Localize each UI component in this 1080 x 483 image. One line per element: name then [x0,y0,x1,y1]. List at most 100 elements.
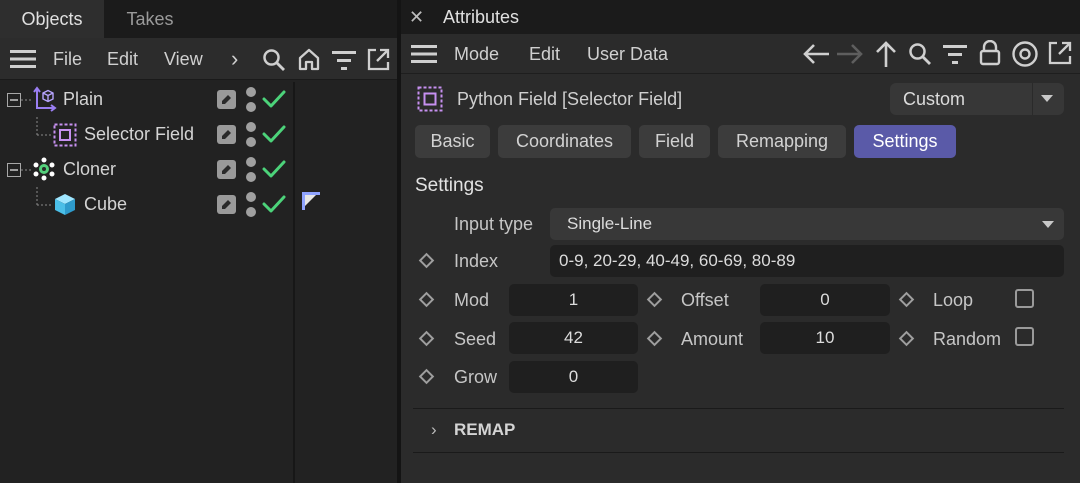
tree-label-cube: Cube [84,194,128,214]
tab-basic[interactable]: Basic [415,125,490,158]
mod-label: Mod [454,290,490,310]
seed-label: Seed [454,329,497,349]
index-label: Index [454,251,499,271]
chevron-right-icon[interactable]: › [431,415,437,445]
home-icon[interactable] [297,47,321,71]
visibility-dots-icon[interactable] [245,121,257,149]
chevron-down-icon[interactable] [1042,221,1054,229]
back-arrow-icon[interactable] [802,42,830,66]
python-field-icon [53,123,77,147]
tree-label-plain: Plain [63,89,104,109]
section-title: Settings [415,175,484,196]
keyframe-diamond-icon[interactable] [898,291,915,308]
seed-field[interactable]: 42 [509,322,638,354]
panel-title: Attributes [443,7,520,27]
keyframe-diamond-icon[interactable] [418,330,435,347]
cube-icon [53,192,77,216]
open-new-window-icon[interactable] [366,47,391,72]
collapse-toggle-icon[interactable] [7,163,21,177]
tag-icon[interactable] [301,191,321,211]
menu-edit[interactable]: Edit [107,38,138,80]
attributes-panel: ✕ Attributes Mode Edit User Data Python … [401,0,1080,483]
edit-layer-icon[interactable] [217,90,236,109]
tab-remapping[interactable]: Remapping [718,125,846,158]
hamburger-menu-icon[interactable] [10,49,36,69]
edit-layer-icon[interactable] [217,160,236,179]
edit-layer-icon[interactable] [217,125,236,144]
search-icon[interactable] [262,48,286,72]
keyframe-diamond-icon[interactable] [646,291,663,308]
input-type-dropdown[interactable]: Single-Line [550,208,1064,240]
remap-group-header[interactable]: REMAP [454,415,515,445]
loop-label: Loop [933,290,974,310]
objects-toolbar: File Edit View › [0,38,397,80]
loop-checkbox[interactable] [1015,289,1034,308]
object-name: Python Field [Selector Field] [457,89,683,109]
tab-field[interactable]: Field [639,125,710,158]
hamburger-menu-icon[interactable] [411,44,437,64]
amount-field[interactable]: 10 [760,322,890,354]
menu-mode[interactable]: Mode [454,34,499,74]
random-checkbox[interactable] [1015,327,1034,346]
menu-edit[interactable]: Edit [529,34,560,74]
menu-more-chevron[interactable]: › [231,38,238,80]
up-arrow-icon[interactable] [874,40,898,68]
enabled-check-icon[interactable] [262,159,286,179]
column-divider[interactable] [293,82,295,483]
tree-row-selector-field[interactable]: Selector Field [0,117,397,152]
forward-arrow-icon[interactable] [836,42,864,66]
edit-layer-icon[interactable] [217,195,236,214]
cloner-icon [32,157,56,181]
keyframe-diamond-icon[interactable] [418,291,435,308]
target-icon[interactable] [1011,40,1039,68]
tree-row-cloner[interactable]: Cloner [0,152,397,187]
tab-takes[interactable]: Takes [104,0,196,38]
keyframe-diamond-icon[interactable] [898,330,915,347]
objects-panel: Objects Takes File Edit View › Plain Sel… [0,0,397,483]
tree-row-plain[interactable]: Plain [0,82,397,117]
filter-icon[interactable] [332,49,356,71]
tree-connector [36,117,52,137]
close-panel-button[interactable]: ✕ [409,0,424,34]
grow-label: Grow [454,367,498,387]
group-divider [413,408,1064,409]
enabled-check-icon[interactable] [262,124,286,144]
keyframe-diamond-icon[interactable] [418,252,435,269]
search-icon[interactable] [908,42,932,66]
tree-label-cloner: Cloner [63,159,117,179]
tab-settings[interactable]: Settings [854,125,956,158]
left-tab-bar: Objects Takes [0,0,397,38]
collapse-toggle-icon[interactable] [7,93,21,107]
lock-icon[interactable] [979,40,1001,66]
tab-objects[interactable]: Objects [0,0,104,38]
tree-connector [21,98,33,102]
chevron-down-icon[interactable] [1041,95,1053,103]
object-header: Python Field [Selector Field] Custom [401,78,1080,120]
offset-field[interactable]: 0 [760,284,890,316]
tree-row-cube[interactable]: Cube [0,187,397,222]
tree-connector [36,187,52,207]
filter-icon[interactable] [943,43,967,65]
visibility-dots-icon[interactable] [245,156,257,184]
menu-file[interactable]: File [53,38,82,80]
mode-dropdown[interactable]: Custom [890,83,1064,115]
enabled-check-icon[interactable] [262,194,286,214]
keyframe-diamond-icon[interactable] [646,330,663,347]
grow-field[interactable]: 0 [509,361,638,393]
dropdown-separator [1032,83,1033,115]
null-object-icon [33,86,57,112]
visibility-dots-icon[interactable] [245,86,257,114]
input-type-value: Single-Line [567,214,653,233]
menu-user-data[interactable]: User Data [587,34,668,74]
attributes-header: ✕ Attributes [401,0,1080,34]
amount-label: Amount [681,329,744,349]
visibility-dots-icon[interactable] [245,191,257,219]
enabled-check-icon[interactable] [262,89,286,109]
index-field[interactable]: 0-9, 20-29, 40-49, 60-69, 80-89 [550,245,1064,277]
random-label: Random [933,329,1002,349]
mod-field[interactable]: 1 [509,284,638,316]
menu-view[interactable]: View [164,38,203,80]
keyframe-diamond-icon[interactable] [418,368,435,385]
tab-coordinates[interactable]: Coordinates [498,125,631,158]
open-new-window-icon[interactable] [1047,40,1073,66]
